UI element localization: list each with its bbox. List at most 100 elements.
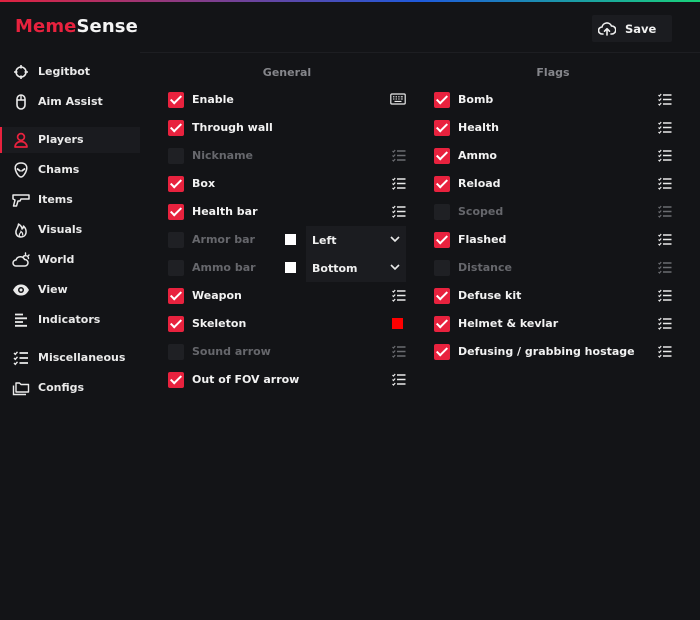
list-options-icon[interactable] [658, 289, 672, 302]
flags-row-health: Health [434, 118, 674, 138]
align-left-icon [12, 312, 30, 328]
box-checkbox[interactable] [168, 176, 184, 192]
general-row-health-bar: Health bar [168, 202, 408, 222]
skeleton-checkbox[interactable] [168, 316, 184, 332]
list-options-icon[interactable] [658, 345, 672, 358]
flags-row-ammo: Ammo [434, 146, 674, 166]
crosshair-icon [12, 64, 30, 80]
sidebar-item-label: Items [38, 193, 73, 206]
flags-row-defusing-grabbing-hostage: Defusing / grabbing hostage [434, 342, 674, 362]
sidebar-item-label: Miscellaneous [38, 351, 126, 364]
flags-section-title: Flags [536, 66, 570, 79]
sidebar-item-visuals[interactable]: Visuals [0, 217, 140, 243]
health-checkbox[interactable] [434, 120, 450, 136]
through-wall-label: Through wall [192, 121, 273, 134]
sidebar-item-label: World [38, 253, 75, 266]
reload-label: Reload [458, 177, 501, 190]
enable-checkbox[interactable] [168, 92, 184, 108]
list-options-icon[interactable] [658, 317, 672, 330]
flame-icon [12, 222, 30, 238]
defuse-kit-checkbox[interactable] [434, 288, 450, 304]
bomb-label: Bomb [458, 93, 494, 106]
sidebar-item-aim-assist[interactable]: Aim Assist [0, 89, 140, 115]
flags-row-flashed: Flashed [434, 230, 674, 250]
sidebar-item-miscellaneous[interactable]: Miscellaneous [0, 345, 140, 371]
general-row-skeleton: Skeleton [168, 314, 408, 334]
general-row-enable: Enable [168, 90, 408, 110]
sidebar-item-label: Visuals [38, 223, 83, 236]
reload-checkbox[interactable] [434, 176, 450, 192]
armor-bar-color-swatch[interactable] [285, 234, 296, 245]
list-options-icon[interactable] [658, 93, 672, 106]
health-bar-checkbox[interactable] [168, 204, 184, 220]
list-options-icon[interactable] [392, 345, 406, 358]
weapon-checkbox[interactable] [168, 288, 184, 304]
flashed-checkbox[interactable] [434, 232, 450, 248]
nickname-label: Nickname [192, 149, 253, 162]
skeleton-color-swatch[interactable] [392, 318, 403, 329]
helmet-kevlar-checkbox[interactable] [434, 316, 450, 332]
armor-bar-position-dropdown[interactable]: Left [306, 226, 406, 254]
sidebar-item-label: Indicators [38, 313, 101, 326]
list-options-icon[interactable] [658, 149, 672, 162]
sidebar-item-world[interactable]: World [0, 247, 140, 273]
sidebar-item-players[interactable]: Players [0, 127, 140, 153]
general-row-nickname: Nickname [168, 146, 408, 166]
out-of-fov-arrow-label: Out of FOV arrow [192, 373, 300, 386]
general-row-box: Box [168, 174, 408, 194]
armor-bar-checkbox[interactable] [168, 232, 184, 248]
sidebar-item-view[interactable]: View [0, 277, 140, 303]
ammo-bar-checkbox[interactable] [168, 260, 184, 276]
sidebar-item-legitbot[interactable]: Legitbot [0, 59, 140, 85]
sidebar-item-configs[interactable]: Configs [0, 375, 140, 401]
sidebar-item-indicators[interactable]: Indicators [0, 307, 140, 333]
general-row-through-wall: Through wall [168, 118, 408, 138]
sidebar-item-chams[interactable]: Chams [0, 157, 140, 183]
skeleton-label: Skeleton [192, 317, 247, 330]
sound-arrow-checkbox[interactable] [168, 344, 184, 360]
list-options-icon[interactable] [392, 373, 406, 386]
scoped-checkbox[interactable] [434, 204, 450, 220]
logo-part-meme: Meme [15, 16, 77, 37]
helmet-kevlar-label: Helmet & kevlar [458, 317, 559, 330]
sidebar-item-label: Configs [38, 381, 85, 394]
sidebar-item-label: Chams [38, 163, 80, 176]
box-label: Box [192, 177, 216, 190]
keyboard-icon[interactable] [390, 93, 406, 105]
ammo-checkbox[interactable] [434, 148, 450, 164]
through-wall-checkbox[interactable] [168, 120, 184, 136]
general-section-title: General [262, 66, 312, 79]
distance-label: Distance [458, 261, 512, 274]
list-options-icon[interactable] [392, 205, 406, 218]
ammo-bar-color-swatch[interactable] [285, 262, 296, 273]
list-options-icon[interactable] [392, 177, 406, 190]
sidebar-item-label: View [38, 283, 68, 296]
flags-row-helmet-kevlar: Helmet & kevlar [434, 314, 674, 334]
list-options-icon[interactable] [392, 149, 406, 162]
ammo-bar-position-dropdown[interactable]: Bottom [306, 254, 406, 282]
cloud-sun-icon [12, 252, 30, 268]
mouse-icon [12, 94, 30, 110]
ammo-label: Ammo [458, 149, 497, 162]
list-options-icon[interactable] [658, 261, 672, 274]
out-of-fov-arrow-checkbox[interactable] [168, 372, 184, 388]
list-options-icon[interactable] [658, 233, 672, 246]
flags-row-reload: Reload [434, 174, 674, 194]
sidebar-item-label: Legitbot [38, 65, 91, 78]
flags-row-scoped: Scoped [434, 202, 674, 222]
save-button[interactable]: Save [592, 15, 672, 42]
sidebar-item-items[interactable]: Items [0, 187, 140, 213]
eye-icon [12, 282, 30, 298]
list-options-icon[interactable] [392, 289, 406, 302]
top-accent-bar [0, 0, 700, 2]
gun-icon [12, 192, 30, 208]
list-options-icon[interactable] [658, 177, 672, 190]
list-options-icon[interactable] [658, 205, 672, 218]
list-options-icon[interactable] [658, 121, 672, 134]
enable-label: Enable [192, 93, 234, 106]
defusing-grabbing-hostage-checkbox[interactable] [434, 344, 450, 360]
nickname-checkbox[interactable] [168, 148, 184, 164]
flags-row-distance: Distance [434, 258, 674, 278]
distance-checkbox[interactable] [434, 260, 450, 276]
bomb-checkbox[interactable] [434, 92, 450, 108]
